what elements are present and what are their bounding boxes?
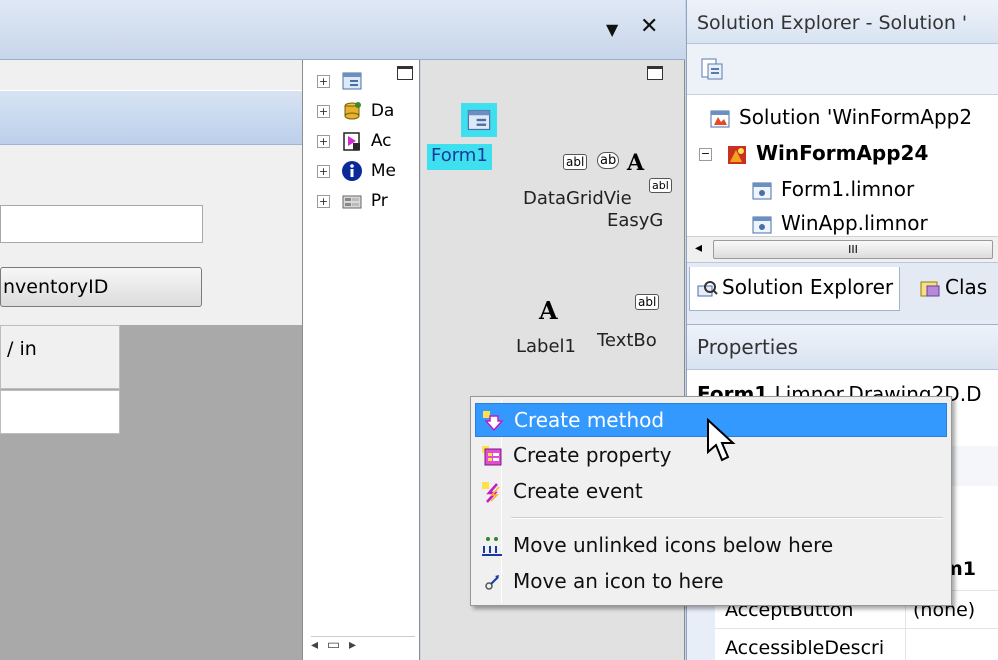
properties-icon — [342, 195, 362, 209]
component-tree-panel: + + Da + Ac + Me + Pr ◂ ▭ ▸ — [302, 60, 420, 660]
tree-item-label: Da — [370, 101, 395, 121]
textbox-icon[interactable]: abl — [563, 154, 588, 170]
create-event-icon — [482, 482, 500, 503]
properties-toolbar-icon[interactable] — [699, 56, 725, 82]
solution-tree-hscrollbar[interactable]: ◂ III — [687, 236, 998, 262]
form-icon — [467, 109, 491, 131]
close-document-icon[interactable]: ✕ — [640, 14, 658, 39]
create-property-icon — [482, 446, 502, 466]
tree-item-label: Pr — [370, 191, 388, 211]
expand-icon[interactable]: + — [317, 164, 330, 178]
expand-icon[interactable]: + — [317, 104, 330, 118]
menu-item-label: Create method — [514, 408, 665, 432]
tree-item-label: Ac — [370, 131, 392, 151]
solution-explorer-icon — [697, 280, 718, 296]
form1-node-label[interactable]: Form1 — [427, 144, 492, 170]
menu-item-move-an-icon[interactable]: Move an icon to here — [475, 565, 947, 599]
grid-header-cell: / in — [0, 325, 120, 389]
expand-icon[interactable]: + — [317, 194, 330, 208]
solution-tree: Solution 'WinFormApp2 − WinFormApp24 Form… — [687, 94, 998, 236]
maximize-icon[interactable] — [647, 66, 663, 80]
expand-icon[interactable]: + — [317, 74, 330, 88]
menu-item-create-event[interactable]: Create event — [475, 475, 947, 509]
project-icon — [728, 145, 746, 164]
file-node-winapp[interactable]: WinApp.limnor — [751, 211, 928, 236]
file-node-form1[interactable]: Form1.limnor — [751, 177, 914, 202]
property-name: AccessibleDescri — [725, 637, 885, 659]
properties-title: Properties — [687, 324, 998, 370]
label1-node-label[interactable]: Label1 — [516, 336, 576, 357]
create-method-icon — [483, 411, 504, 432]
action-icon — [343, 132, 361, 151]
solution-explorer-toolbar — [687, 44, 998, 94]
tree-item-methods[interactable]: + Me — [317, 160, 396, 186]
easygrid-node-label[interactable]: EasyG — [607, 210, 663, 231]
project-node[interactable]: − WinFormApp24 — [699, 141, 928, 166]
tree-root-row[interactable]: + — [317, 70, 363, 96]
expand-icon[interactable]: + — [317, 134, 330, 148]
explorer-tab-strip: Solution Explorer Clas — [687, 262, 998, 320]
window-position-dropdown-icon[interactable]: ▼ — [606, 20, 618, 39]
menu-item-label: Move an icon to here — [513, 569, 724, 593]
button-icon[interactable]: ab — [597, 152, 620, 169]
project-node-label: WinFormApp24 — [756, 141, 929, 165]
tree-item-label: Me — [370, 161, 396, 181]
scroll-left-icon[interactable]: ◂ — [695, 240, 702, 256]
tree-item-properties[interactable]: + Pr — [317, 190, 388, 216]
move-unlinked-icon — [482, 537, 502, 556]
info-icon — [342, 161, 363, 181]
tab-label: Solution Explorer — [722, 275, 894, 299]
scroll-thumb[interactable]: III — [713, 240, 993, 259]
solution-explorer-title: Solution Explorer - Solution ' — [687, 0, 998, 44]
collapse-icon[interactable]: − — [699, 148, 712, 161]
document-tab-strip: ▼ ✕ — [0, 0, 685, 60]
tree-item-actions[interactable]: + Ac — [317, 130, 392, 156]
file-node-label: WinApp.limnor — [781, 211, 928, 235]
form1-node-icon[interactable] — [461, 103, 497, 137]
solution-icon — [710, 110, 730, 127]
menu-item-label: Move unlinked icons below here — [513, 533, 834, 557]
datagrid-node-label[interactable]: DataGridVie — [523, 188, 632, 209]
textbox-node-label[interactable]: TextBo — [597, 330, 657, 351]
form-textbox-preview[interactable] — [0, 205, 203, 243]
menu-separator — [511, 517, 943, 519]
inventory-id-button[interactable]: nventoryID — [0, 267, 202, 307]
maximize-icon[interactable] — [397, 66, 413, 80]
tree-item-data[interactable]: + Da — [317, 100, 394, 126]
label-icon[interactable]: A — [539, 296, 558, 325]
designed-form: nventoryID / in — [0, 60, 302, 660]
tab-class-view[interactable]: Clas — [913, 267, 993, 311]
move-icon-icon — [485, 575, 499, 590]
datagrid-preview: / in — [0, 325, 302, 660]
grid-cell[interactable] — [0, 390, 120, 434]
form-file-icon — [752, 182, 772, 199]
form-icon — [342, 72, 362, 90]
menu-item-label: Create property — [513, 443, 672, 467]
form-designer-surface: nventoryID / in — [0, 60, 302, 660]
menu-item-move-unlinked-icons[interactable]: Move unlinked icons below here — [475, 529, 947, 563]
textbox-icon[interactable]: abl — [649, 178, 672, 193]
tab-solution-explorer[interactable]: Solution Explorer — [689, 267, 901, 311]
tab-label: Clas — [945, 275, 988, 299]
label-icon[interactable]: A — [627, 150, 644, 176]
database-icon — [344, 102, 362, 120]
property-row[interactable]: AccessibleDescri — [715, 628, 998, 660]
class-view-icon — [920, 281, 940, 296]
menu-item-label: Create event — [513, 479, 643, 503]
property-divider — [905, 629, 906, 660]
form-file-icon — [752, 216, 772, 233]
solution-node-label: Solution 'WinFormApp2 — [739, 105, 973, 129]
form-header-band — [0, 90, 302, 145]
mouse-pointer-icon — [707, 418, 736, 462]
tree-hscrollbar[interactable]: ◂ ▭ ▸ — [311, 636, 415, 656]
solution-node[interactable]: Solution 'WinFormApp2 — [709, 105, 972, 130]
textbox-icon[interactable]: abl — [635, 294, 660, 310]
file-node-label: Form1.limnor — [781, 177, 915, 201]
